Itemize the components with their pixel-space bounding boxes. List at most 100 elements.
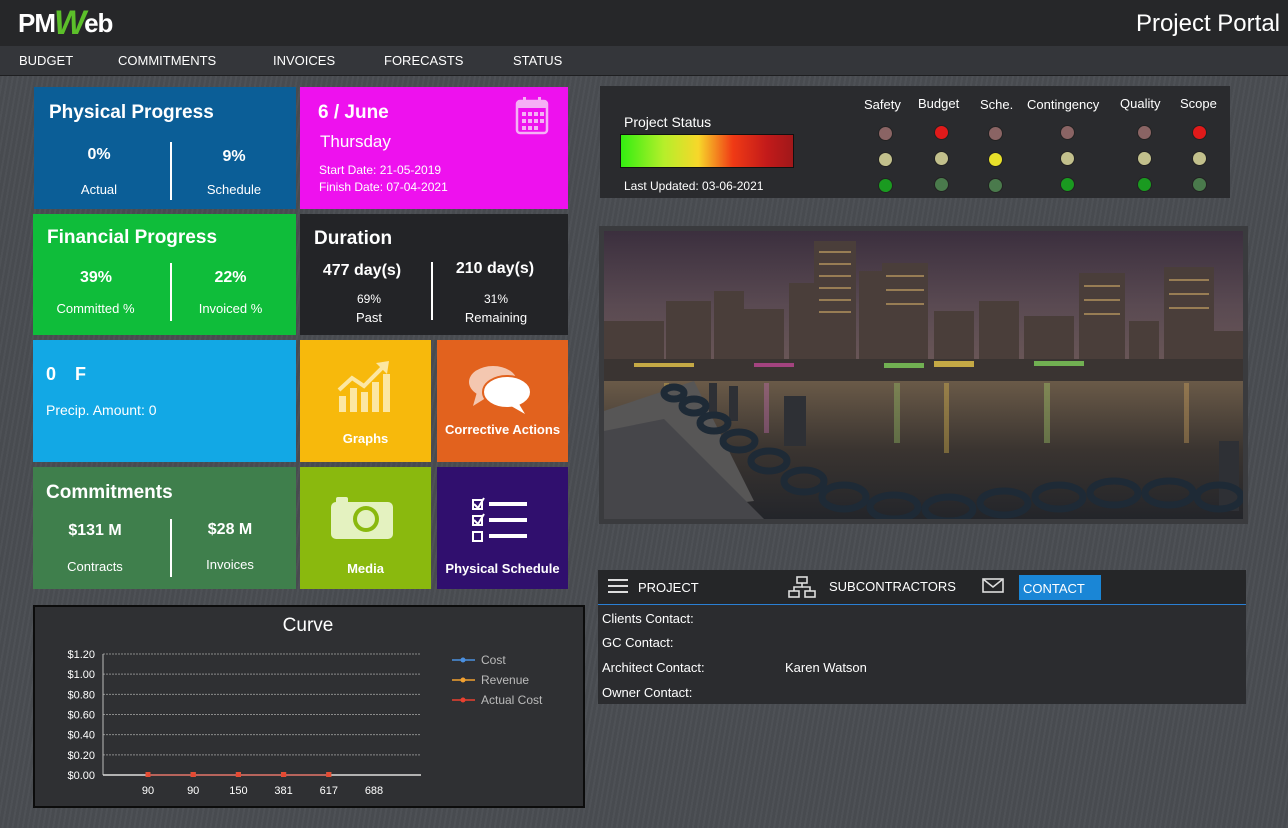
- nav-invoices[interactable]: INVOICES: [273, 53, 335, 68]
- series-point: [190, 772, 196, 777]
- tab-contact-label: CONTACT: [1023, 581, 1085, 596]
- top-bar: PM Web Project Portal: [0, 0, 1288, 46]
- invoices-label: Invoices: [206, 557, 254, 572]
- contingency-green-light: [1060, 177, 1075, 192]
- tab-subcontractors[interactable]: SUBCONTRACTORS: [788, 570, 968, 605]
- nav-commitments[interactable]: COMMITMENTS: [118, 53, 216, 68]
- tile-title: Duration: [314, 228, 393, 249]
- schedule-value: 9%: [222, 148, 246, 165]
- series-point: [235, 772, 241, 777]
- chart-title: Curve: [283, 615, 334, 636]
- contingency-yellow-light: [1060, 151, 1075, 166]
- y-tick-label: $1.00: [67, 669, 95, 681]
- logo-text: eb: [84, 7, 113, 38]
- tab-contact[interactable]: CONTACT: [1019, 575, 1101, 600]
- series-point: [145, 772, 151, 777]
- finish-date: Finish Date: 07-04-2021: [319, 180, 448, 194]
- weekday-text: Thursday: [320, 132, 391, 151]
- city-skyline-image: [604, 231, 1243, 519]
- safety-yellow-light: [878, 152, 893, 167]
- actual-label: Actual: [80, 182, 118, 197]
- remaining-pct: 31%: [483, 292, 509, 306]
- nav-status[interactable]: STATUS: [513, 53, 562, 68]
- tile-title: Physical Progress: [49, 102, 214, 123]
- architect-contact-value: Karen Watson: [785, 660, 867, 675]
- divider: [170, 142, 172, 200]
- past-days: 477 day(s): [322, 262, 402, 279]
- media-button[interactable]: Media: [300, 467, 431, 589]
- past-label: Past: [355, 310, 382, 325]
- schedule-label: Schedule: [206, 182, 262, 197]
- graphs-label: Graphs: [342, 431, 389, 446]
- duration-tile[interactable]: Duration 477 day(s) 69% Past 210 day(s) …: [300, 214, 568, 335]
- weather-tile[interactable]: 0 F Precip. Amount: 0: [33, 340, 296, 462]
- nav-budget[interactable]: BUDGET: [19, 53, 73, 68]
- camera-icon: [331, 497, 393, 539]
- last-updated: Last Updated: 03-06-2021: [624, 179, 764, 193]
- project-photo[interactable]: [604, 231, 1243, 519]
- series-point: [326, 772, 332, 777]
- menu-icon: [608, 579, 628, 593]
- contracts-label: Contracts: [67, 559, 123, 574]
- date-tile[interactable]: 6 / June Thursday Start Date: 21-05-2019…: [300, 87, 568, 209]
- safety-red-light: [878, 126, 893, 141]
- pmweb-logo[interactable]: PM Web: [18, 3, 113, 42]
- main-nav: BUDGET COMMITMENTS INVOICES FORECASTS ST…: [0, 46, 1288, 76]
- schedule-green-light: [988, 178, 1003, 193]
- x-tick-label: 150: [229, 785, 247, 797]
- divider: [170, 263, 172, 321]
- x-tick-label: 90: [142, 785, 154, 797]
- org-chart-icon: [788, 576, 816, 598]
- divider: [170, 519, 172, 577]
- owner-contact-label: Owner Contact:: [602, 685, 693, 700]
- status-col-safety: Safety: [864, 97, 901, 112]
- project-status-panel: Project Status Last Updated: 03-06-2021 …: [600, 86, 1230, 198]
- committed-value: 39%: [79, 269, 113, 286]
- media-label: Media: [347, 561, 384, 576]
- logo-text: W: [54, 3, 86, 42]
- corrective-actions-button[interactable]: Corrective Actions: [437, 340, 568, 462]
- commitments-tile[interactable]: Commitments $131 M Contracts $28 M Invoi…: [33, 467, 296, 589]
- scope-yellow-light: [1192, 151, 1207, 166]
- envelope-icon: [982, 578, 1004, 593]
- financial-progress-tile[interactable]: Financial Progress 39% Committed % 22% I…: [33, 214, 296, 335]
- y-tick-label: $0.40: [67, 730, 95, 742]
- status-col-contingency: Contingency: [1027, 97, 1100, 112]
- curve-chart-panel: Curve $0.00 $0.20 $0.40 $0.60 $0.80 $1.00 $1.2…: [33, 605, 585, 808]
- invoiced-label: Invoiced %: [198, 301, 263, 316]
- clients-contact-label: Clients Contact:: [602, 611, 694, 626]
- scope-green-light: [1192, 177, 1207, 192]
- status-col-scope: Scope: [1180, 96, 1217, 111]
- contacts-tabbar: PROJECT SUBCONTRACTORS CONTACT: [598, 570, 1246, 605]
- chat-bubbles-icon: [469, 366, 532, 414]
- status-col-schedule: Sche.: [980, 97, 1014, 112]
- status-col-quality: Quality: [1120, 96, 1161, 111]
- physical-progress-tile[interactable]: Physical Progress 0% Actual 9% Schedule: [34, 87, 296, 209]
- start-date: Start Date: 21-05-2019: [319, 163, 442, 177]
- invoices-value: $28 M: [207, 521, 253, 538]
- legend-marker: [460, 657, 466, 663]
- contingency-red-light: [1060, 125, 1075, 140]
- legend-marker: [460, 677, 466, 683]
- y-tick-label: $0.80: [67, 689, 95, 701]
- quality-red-light: [1137, 125, 1152, 140]
- schedule-yellow-light: [988, 152, 1003, 167]
- logo-text: PM: [18, 7, 56, 38]
- contracts-value: $131 M: [68, 522, 122, 539]
- nav-forecasts[interactable]: FORECASTS: [384, 53, 463, 68]
- calendar-icon: [515, 97, 549, 135]
- y-tick-label: $1.20: [67, 649, 95, 661]
- scope-red-light: [1192, 125, 1207, 140]
- y-tick-label: $0.60: [67, 710, 95, 722]
- tile-title: Commitments: [46, 482, 173, 503]
- y-tick-label: $0.00: [67, 770, 95, 782]
- checklist-icon: [472, 497, 527, 542]
- remaining-label: Remaining: [464, 310, 528, 325]
- tab-project[interactable]: PROJECT: [608, 570, 718, 605]
- x-tick-label: 90: [187, 785, 199, 797]
- past-pct: 69%: [356, 292, 382, 306]
- physical-schedule-button[interactable]: Physical Schedule: [437, 467, 568, 589]
- x-tick-label: 617: [320, 785, 338, 797]
- graphs-button[interactable]: Graphs: [300, 340, 431, 462]
- architect-contact-label: Architect Contact:: [602, 660, 705, 675]
